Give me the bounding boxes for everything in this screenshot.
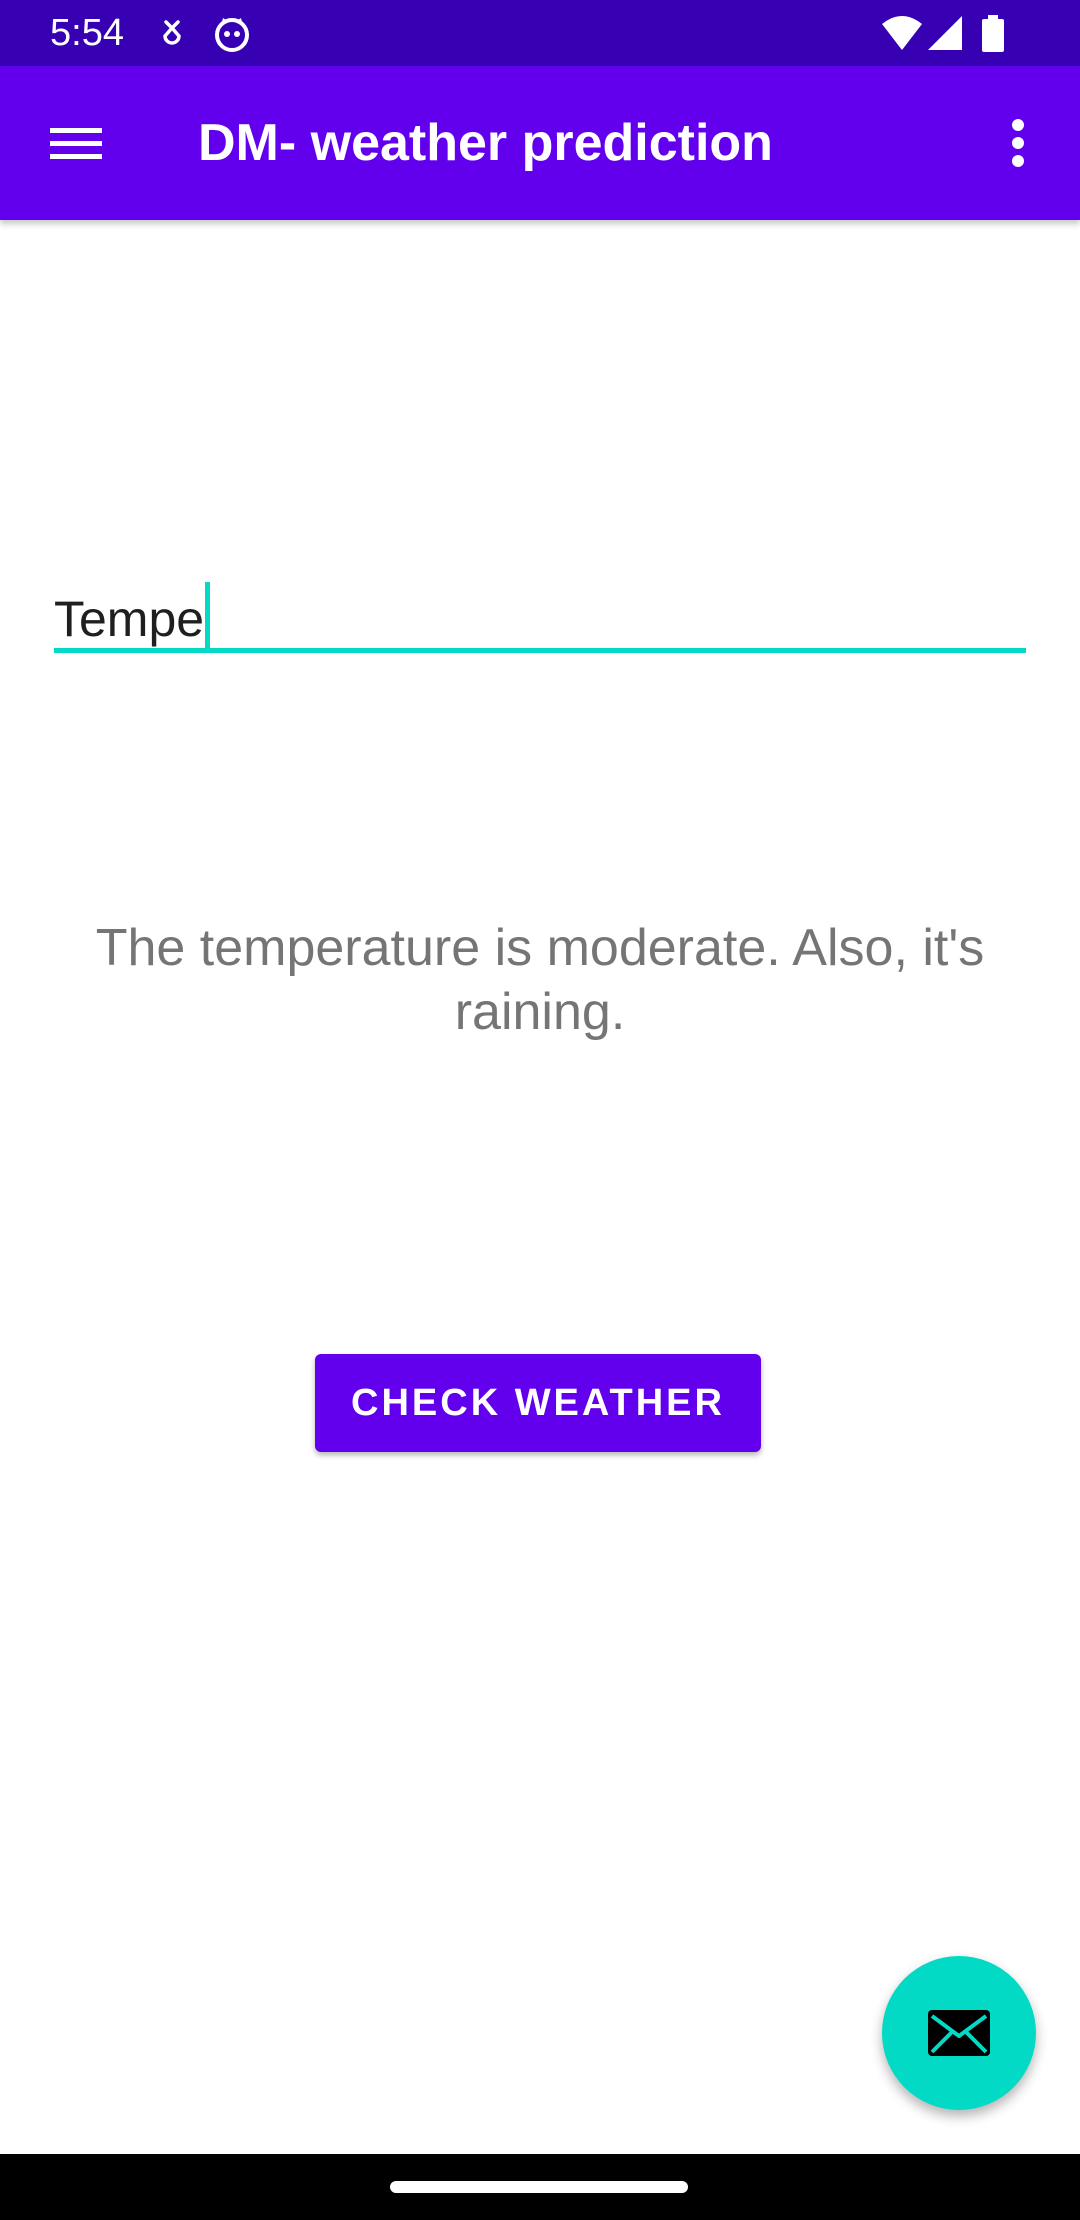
check-weather-button[interactable]: CHECK WEATHER [315,1354,761,1452]
text-cursor [205,582,211,648]
navigation-menu-button[interactable] [36,103,116,183]
weather-result-text: The temperature is moderate. Also, it's … [95,919,985,1041]
status-time: 5:54 [50,12,124,54]
email-fab-button[interactable] [882,1956,1036,2110]
overflow-menu-button[interactable] [980,103,1040,183]
email-icon [928,2010,990,2056]
cat-face-icon [215,18,249,52]
app-screen: 5:54 DM- weather prediction Tempe The te… [0,0,1080,2220]
app-title: DM- weather prediction [198,114,773,172]
more-vert-icon [1012,119,1024,167]
hamburger-menu-icon [50,128,102,159]
temperature-input-value: Tempe [54,582,211,648]
battery-icon [982,15,1004,52]
input-underline [54,648,1026,653]
download-icon [163,20,181,45]
wifi-icon [882,16,922,50]
cellular-signal-icon [928,16,962,50]
temperature-input[interactable]: Tempe [54,572,1026,653]
status-bar: 5:54 [0,0,1080,66]
navigation-bar [0,2154,1080,2220]
app-bar: DM- weather prediction [0,66,1080,220]
home-gesture-handle[interactable] [390,2181,688,2193]
